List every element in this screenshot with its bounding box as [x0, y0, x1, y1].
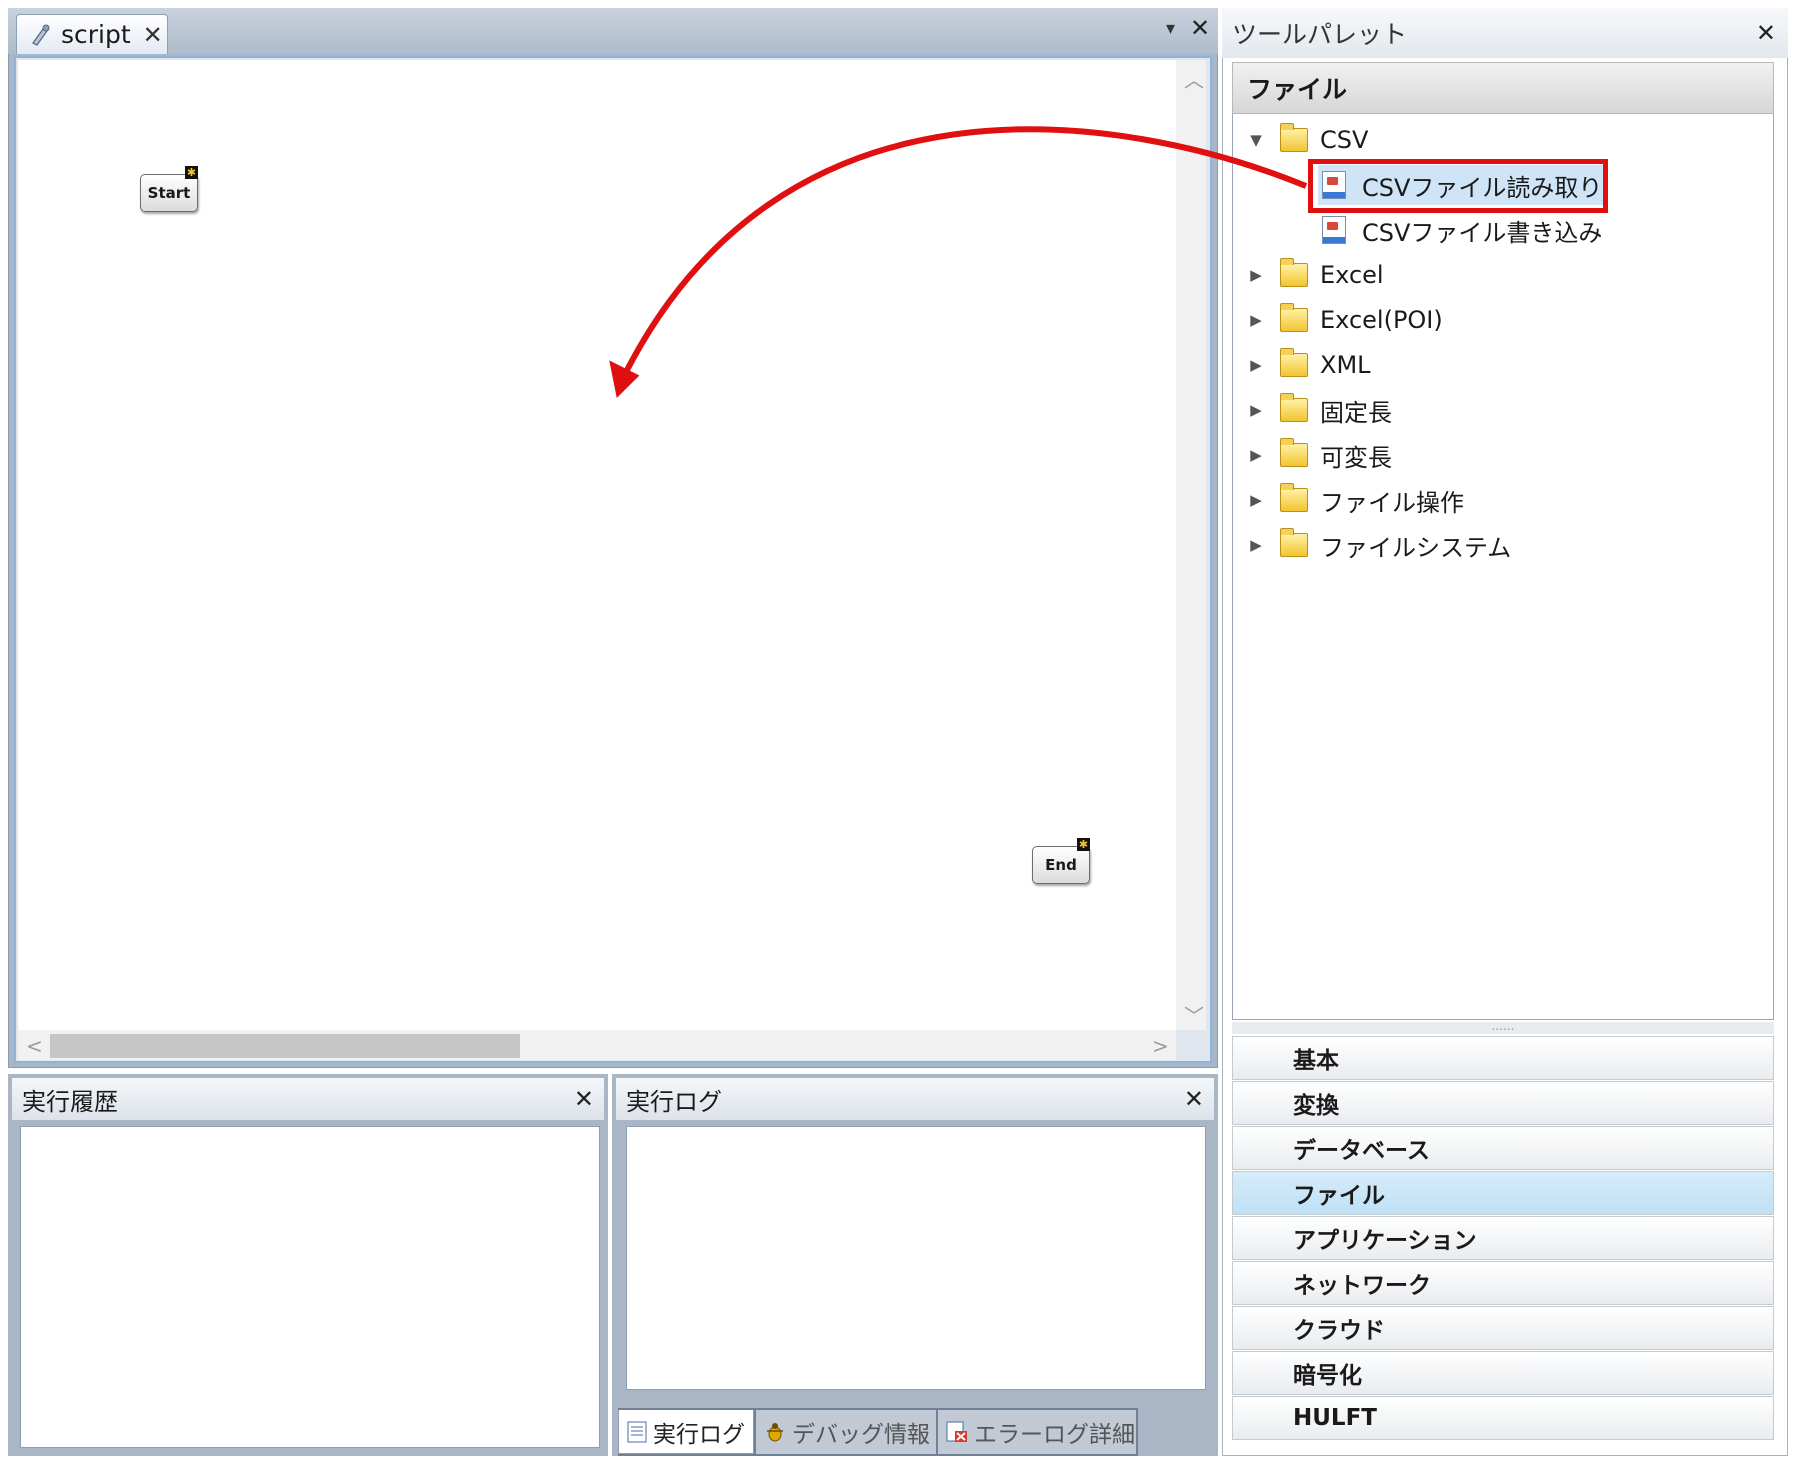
tree-folder-label: Excel(POI): [1320, 306, 1443, 334]
tab-execution-log[interactable]: 実行ログ: [618, 1410, 754, 1454]
palette-close-icon[interactable]: ✕: [1756, 21, 1776, 45]
end-node-badge-icon: ✱: [1077, 838, 1090, 851]
expand-arrow-icon[interactable]: ▶: [1246, 536, 1266, 554]
folder-icon: [1280, 258, 1308, 287]
tree-folder-label: Excel: [1320, 261, 1384, 289]
editor-close-icon[interactable]: ✕: [1190, 16, 1210, 40]
tree-folder-fixed-length[interactable]: ▶ 固定長: [1246, 390, 1392, 430]
tool-palette-title: ツールパレット: [1232, 20, 1408, 49]
tree-folder-label: ファイル操作: [1320, 488, 1464, 517]
tree-folder-label: XML: [1320, 351, 1371, 379]
category-database[interactable]: データベース: [1232, 1126, 1774, 1170]
tree-folder-xml[interactable]: ▶ XML: [1246, 345, 1371, 385]
log-list-icon: [627, 1421, 647, 1442]
scroll-up-icon[interactable]: ︿: [1184, 64, 1204, 93]
history-panel-title: 実行履歴: [22, 1087, 118, 1116]
folder-icon: [1280, 348, 1308, 377]
tree-folder-excel-poi[interactable]: ▶ Excel(POI): [1246, 300, 1443, 340]
category-application[interactable]: アプリケーション: [1232, 1216, 1774, 1260]
category-cloud[interactable]: クラウド: [1232, 1306, 1774, 1350]
expand-arrow-icon[interactable]: ▼: [1246, 131, 1266, 149]
log-close-icon[interactable]: ✕: [1184, 1087, 1204, 1111]
end-node-label: End: [1045, 856, 1077, 874]
expand-arrow-icon[interactable]: ▶: [1246, 446, 1266, 464]
folder-icon: [1280, 393, 1308, 422]
category-header: ファイル: [1232, 62, 1774, 114]
tab-close-icon[interactable]: ✕: [143, 21, 163, 49]
tab-debug-info-label: デバッグ情報: [792, 1422, 930, 1448]
category-basic[interactable]: 基本: [1232, 1036, 1774, 1080]
expand-arrow-icon[interactable]: ▶: [1246, 266, 1266, 284]
error-log-icon: [946, 1421, 967, 1442]
tree-item-csv-write[interactable]: CSVファイル書き込み: [1322, 210, 1602, 250]
tool-palette-header: ツールパレット ✕: [1222, 8, 1788, 58]
tree-folder-file-system[interactable]: ▶ ファイルシステム: [1246, 525, 1511, 565]
tab-debug-info[interactable]: デバッグ情報: [756, 1410, 936, 1454]
script-icon: [32, 24, 50, 46]
tree-folder-label: 固定長: [1320, 398, 1392, 427]
history-panel-body: [20, 1126, 600, 1448]
bug-icon: [767, 1423, 783, 1442]
tab-execution-log-label: 実行ログ: [653, 1421, 745, 1448]
end-node[interactable]: End: [1032, 846, 1090, 884]
tree-item-label: CSVファイル書き込み: [1362, 218, 1603, 247]
scroll-down-icon[interactable]: ﹀: [1184, 1000, 1204, 1029]
chevron-down-icon[interactable]: ▾: [1166, 18, 1175, 39]
start-node[interactable]: Start: [140, 174, 198, 212]
scroll-right-icon[interactable]: >: [1152, 1034, 1169, 1058]
highlight-box: [1308, 159, 1608, 213]
history-panel-header: 実行履歴 ✕: [12, 1078, 604, 1120]
folder-icon: [1280, 528, 1308, 557]
category-file[interactable]: ファイル: [1232, 1171, 1774, 1215]
tab-error-log-detail[interactable]: エラーログ詳細: [938, 1410, 1136, 1454]
tab-script-label: script: [61, 20, 131, 49]
category-transform[interactable]: 変換: [1232, 1081, 1774, 1125]
expand-arrow-icon[interactable]: ▶: [1246, 401, 1266, 419]
expand-arrow-icon[interactable]: ▶: [1246, 356, 1266, 374]
start-node-label: Start: [147, 184, 191, 202]
log-panel-title: 実行ログ: [626, 1087, 722, 1116]
tab-script[interactable]: script ✕: [16, 14, 168, 54]
folder-icon: [1280, 303, 1308, 332]
tree-folder-variable-length[interactable]: ▶ 可変長: [1246, 435, 1392, 475]
palette-splitter[interactable]: ......: [1232, 1020, 1774, 1034]
tree-folder-file-operation[interactable]: ▶ ファイル操作: [1246, 480, 1464, 520]
editor-tabstrip: [8, 8, 1218, 54]
tree-folder-label: ファイルシステム: [1320, 533, 1512, 562]
tree-folder-excel[interactable]: ▶ Excel: [1246, 255, 1384, 295]
folder-icon: [1280, 483, 1308, 512]
folder-icon: [1280, 123, 1308, 152]
tab-error-log-detail-label: エラーログ詳細: [974, 1422, 1135, 1448]
category-encryption[interactable]: 暗号化: [1232, 1351, 1774, 1395]
log-panel-header: 実行ログ ✕: [616, 1078, 1214, 1120]
horizontal-scroll-thumb[interactable]: [50, 1034, 520, 1058]
expand-arrow-icon[interactable]: ▶: [1246, 491, 1266, 509]
csv-file-icon: [1322, 216, 1346, 244]
vertical-scrollbar[interactable]: [1176, 60, 1206, 1030]
category-network[interactable]: ネットワーク: [1232, 1261, 1774, 1305]
tree-folder-label: 可変長: [1320, 443, 1392, 472]
log-panel-body: [626, 1126, 1206, 1390]
history-close-icon[interactable]: ✕: [574, 1087, 594, 1111]
start-node-badge-icon: ✱: [185, 166, 198, 179]
category-hulft[interactable]: HULFT: [1232, 1396, 1774, 1440]
scroll-left-icon[interactable]: <: [26, 1034, 43, 1058]
tree-folder-csv[interactable]: ▼ CSV: [1246, 120, 1368, 160]
folder-icon: [1280, 438, 1308, 467]
expand-arrow-icon[interactable]: ▶: [1246, 311, 1266, 329]
tree-folder-label: CSV: [1320, 126, 1369, 154]
